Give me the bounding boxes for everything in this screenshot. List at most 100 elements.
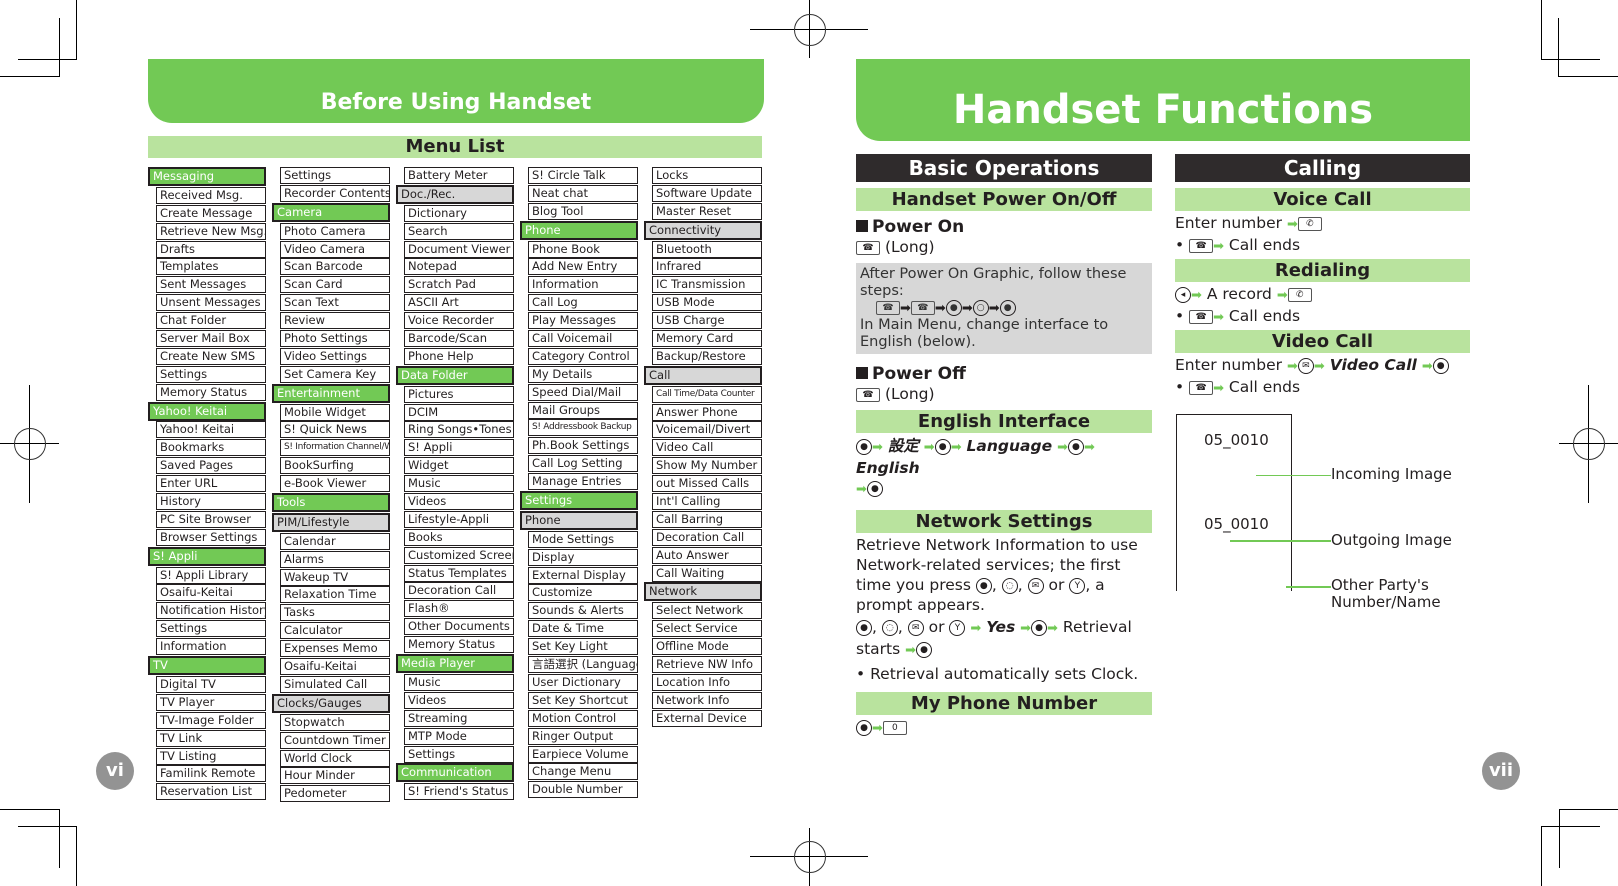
menu-item: External Device: [652, 709, 762, 727]
menu-item: Video Camera: [280, 240, 390, 258]
menu-item: Locks: [652, 167, 762, 184]
menu-item: Search: [404, 222, 514, 240]
voice-call-heading: Voice Call: [1175, 188, 1470, 211]
menu-item: Manage Entries: [528, 473, 638, 491]
menu-item: DCIM: [404, 403, 514, 421]
menu-item: Settings: [156, 365, 266, 383]
menu-item: Settings: [280, 167, 390, 184]
menu-item: Mail Groups: [528, 401, 638, 419]
menu-item: Memory Status: [156, 383, 266, 401]
menu-item: Browser Settings: [156, 528, 266, 546]
menu-item: Auto Answer: [652, 546, 762, 564]
power-key-icon: ☎: [856, 240, 880, 255]
menu-item: Alarms: [280, 550, 390, 568]
menu-item: Ringer Output: [528, 727, 638, 745]
center-key-icon: ●: [916, 641, 933, 658]
menu-item: Simulated Call: [280, 675, 390, 693]
menu-item: Play Messages: [528, 312, 638, 330]
power-key-icon: ☎: [856, 387, 880, 402]
menu-column: Locks Software Update Master Reset Connecti…: [644, 167, 762, 728]
power-on-key-sequence: ☎ ➡ ☎ ➡ ● ➡ ○ ➡ ●: [860, 300, 1148, 317]
menu-list-heading: Menu List: [148, 136, 762, 158]
calling-heading: Calling: [1175, 154, 1470, 182]
navigation-key-icon: ○: [972, 300, 989, 316]
menu-item: Osaifu-Keitai: [156, 584, 266, 602]
menu-item: MTP Mode: [404, 727, 514, 745]
menu-item: S! Quick News: [280, 421, 390, 439]
menu-item: Books: [404, 528, 514, 546]
menu-item: External Display: [528, 566, 638, 584]
menu-item: Backup/Restore: [652, 347, 762, 365]
menu-item: Location Info: [652, 673, 762, 691]
network-settings-bullet: • Retrieval automatically sets Clock.: [856, 665, 1139, 683]
menu-item: S! Information Channel/Weather: [280, 439, 390, 457]
menu-item: Hour Minder: [280, 767, 390, 785]
menu-item: Unsent Messages: [156, 294, 266, 312]
menu-item: S! Addressbook Backup: [528, 419, 638, 437]
menu-item: World Clock: [280, 749, 390, 767]
menu-category: Media Player: [396, 654, 514, 674]
menu-item: User Dictionary: [528, 673, 638, 691]
menu-item: Photo Settings: [280, 330, 390, 348]
menu-item: Call Barring: [652, 510, 762, 528]
menu-item: Ph.Book Settings: [528, 437, 638, 455]
menu-item: 言語選択 (Language): [528, 656, 638, 674]
menu-item: Reservation List: [156, 783, 266, 801]
camera-key-icon: ◌: [881, 619, 898, 636]
callout-outgoing-image: Outgoing Image: [1331, 531, 1452, 549]
menu-category: Doc./Rec.: [396, 184, 514, 204]
menu-item: Wakeup TV: [280, 568, 390, 586]
menu-item: USB Mode: [652, 294, 762, 312]
menu-item: Bluetooth: [652, 240, 762, 258]
menu-item: TV-Image Folder: [156, 711, 266, 729]
menu-item: Saved Pages: [156, 457, 266, 475]
menu-item: Customize: [528, 584, 638, 602]
menu-column: Messaging Received Msg. Create Message Retr…: [148, 167, 266, 801]
menu-item: Call Waiting: [652, 564, 762, 582]
menu-item: Phone Help: [404, 347, 514, 365]
menu-item: Customized Screen: [404, 546, 514, 564]
menu-category: Phone: [520, 220, 638, 240]
menu-item: Phone Book: [528, 240, 638, 258]
menu-item: Server Mail Box: [156, 330, 266, 348]
incoming-image-label: 05_0010: [1204, 431, 1269, 449]
menu-item: My Details: [528, 365, 638, 383]
center-key-icon: ●: [856, 619, 872, 636]
menu-item: Video Settings: [280, 347, 390, 365]
menu-category: Tools: [272, 493, 390, 513]
voice-call-end: • ☎ ➡ Call ends: [1175, 236, 1301, 254]
menu-item: Answer Phone: [652, 403, 762, 421]
menu-item: Display: [528, 548, 638, 566]
menu-item: Received Msg.: [156, 186, 266, 204]
menu-item: Information: [528, 276, 638, 294]
menu-item: Retrieve NW Info: [652, 656, 762, 674]
menu-item: Software Update: [652, 184, 762, 202]
menu-column: Battery Meter Doc./Rec. Dictionary Search Do…: [396, 167, 514, 801]
menu-item: Enter URL: [156, 475, 266, 493]
power-on-step: ☎ (Long): [856, 237, 1152, 257]
center-key-icon: ●: [999, 300, 1016, 316]
calling-section: Calling Voice Call Enter number ➡ ✆ • ☎ ➡ …: [1175, 154, 1470, 399]
menu-item: Stopwatch: [280, 713, 390, 731]
menu-item: Memory Status: [404, 636, 514, 654]
menu-category: S! Appli: [148, 546, 266, 566]
menu-item: Dictionary: [404, 204, 514, 222]
menu-item: Set Key Light: [528, 638, 638, 656]
menu-category: Phone: [520, 510, 638, 530]
chapter-tab-right: Handset Functions: [856, 59, 1470, 141]
menu-item: Mobile Widget: [280, 403, 390, 421]
menu-item: Notepad: [404, 258, 514, 276]
basic-operations-section: Basic Operations Handset Power On/Off Po…: [856, 154, 1152, 739]
menu-category: Messaging: [148, 167, 266, 186]
menu-item: TV Listing: [156, 747, 266, 765]
menu-item: ASCII Art: [404, 294, 514, 312]
send-key-icon: ✆: [1297, 216, 1322, 231]
menu-item: Offline Mode: [652, 638, 762, 656]
menu-item: Select Service: [652, 620, 762, 638]
english-interface-steps: ● ➡ 設定 ➡ ● ➡ Language ➡ ● ➡ English ➡ ●: [856, 437, 1095, 497]
menu-item: S! Appli: [404, 439, 514, 457]
menu-item: History: [156, 493, 266, 511]
my-phone-number-heading: My Phone Number: [856, 692, 1152, 715]
menu-item: Int'l Calling: [652, 493, 762, 511]
basic-operations-heading: Basic Operations: [856, 154, 1152, 182]
